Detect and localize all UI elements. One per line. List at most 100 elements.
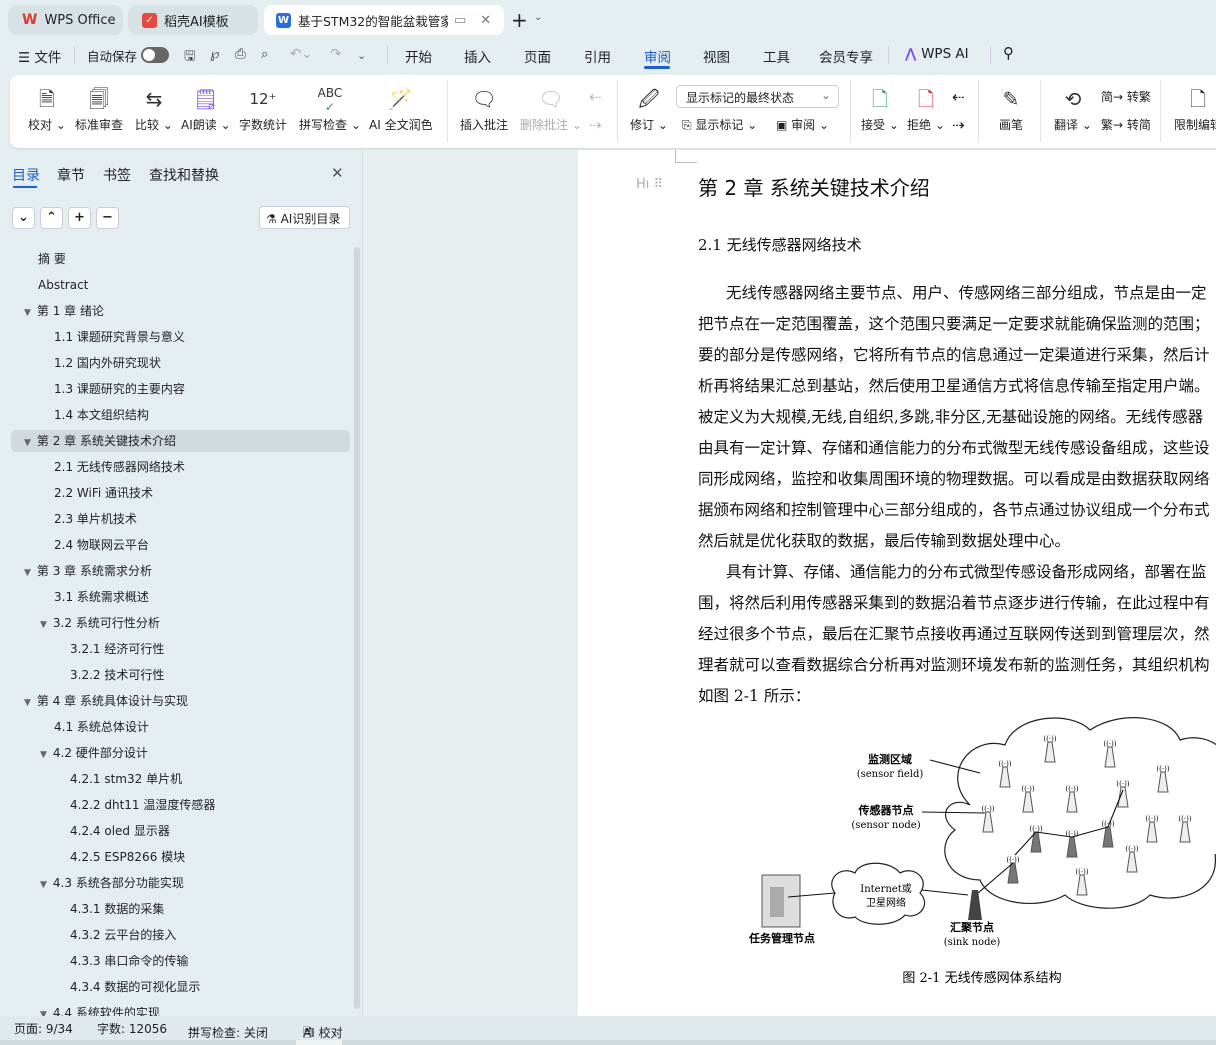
pen-button[interactable]: ✎ 画笔 — [999, 86, 1023, 133]
toc-item[interactable]: 2.4 物联网云平台 — [54, 534, 149, 556]
toc-item[interactable]: ▼ 3.2 系统可行性分析 — [40, 612, 160, 634]
expand-triangle-icon[interactable]: ▼ — [24, 568, 31, 578]
review-pane-button[interactable]: ▣ 审阅 ⌄ — [776, 116, 829, 133]
toc-item[interactable]: ▼ 第 4 章 系统具体设计与实现 — [24, 690, 188, 712]
delete-comment-button[interactable]: 🗨 删除批注 ⌄ — [520, 86, 582, 133]
redo-icon[interactable]: ↷ — [330, 46, 341, 62]
expand-down-button[interactable]: ⌄ — [12, 207, 35, 229]
standard-review-button[interactable]: 🗐 标准审查 — [75, 86, 123, 133]
toc-item[interactable]: 3.1 系统需求概述 — [54, 586, 149, 608]
tab-bookmarks[interactable]: 书签 — [103, 165, 131, 185]
compare-button[interactable]: ⇆ 比较 ⌄ — [135, 86, 173, 133]
menu-tools[interactable]: 工具 — [763, 46, 790, 66]
more-chevron-icon[interactable]: ⌄ — [357, 49, 366, 62]
toc-item[interactable]: 4.3.4 数据的可视化显示 — [70, 976, 200, 998]
menu-page[interactable]: 页面 — [524, 46, 551, 66]
toc-item[interactable]: 3.2.1 经济可行性 — [70, 638, 164, 660]
autosave-toggle[interactable] — [141, 47, 169, 63]
menu-insert[interactable]: 插入 — [464, 46, 491, 66]
previous-comment-icon[interactable]: ⇠ — [589, 88, 602, 106]
toc-item[interactable]: 3.2.2 技术可行性 — [70, 664, 164, 686]
toc-item[interactable]: 2.2 WiFi 通讯技术 — [54, 482, 153, 504]
close-panel-icon[interactable]: ✕ — [331, 164, 344, 182]
word-count-button[interactable]: 12⁺ 字数统计 — [239, 86, 287, 133]
ai-proofread-status[interactable]: 🗎 AI 校对 ⌄ — [303, 1020, 343, 1040]
horizontal-scrollbar[interactable] — [296, 1040, 342, 1045]
toc-item[interactable]: ▼ 4.2 硬件部分设计 — [40, 742, 148, 764]
search-icon[interactable]: ⚲ — [1003, 44, 1014, 62]
display-mode-select[interactable]: 显示标记的最终状态 ⌄ — [676, 85, 839, 108]
collapse-up-button[interactable]: ⌃ — [40, 207, 63, 229]
close-tab-icon[interactable]: ✕ — [480, 13, 491, 28]
toc-item[interactable]: 4.3.1 数据的采集 — [70, 898, 164, 920]
toc-item[interactable]: 1.4 本文组织结构 — [54, 404, 149, 426]
expand-triangle-icon[interactable]: ▼ — [24, 438, 31, 448]
new-tab-icon[interactable]: + — [511, 8, 528, 32]
heading-style-icon[interactable]: Hı ⠿ — [636, 177, 663, 192]
share-icon[interactable]: ℘ — [210, 46, 219, 62]
tab-document[interactable]: W 基于STM32的智能盆栽管家系 ▭ ✕ — [264, 5, 504, 35]
toc-item[interactable]: 2.1 无线传感器网络技术 — [54, 456, 185, 478]
undo-icon[interactable]: ↶⌄ — [290, 46, 313, 62]
reject-button[interactable]: 🗋 拒绝 ⌄ — [907, 86, 945, 133]
page-indicator[interactable]: 页面: 9/34 — [14, 1020, 73, 1037]
toc-item[interactable]: 4.2.5 ESP8266 模块 — [70, 846, 185, 868]
toc-item[interactable]: ▼ 第 1 章 绪论 — [24, 300, 104, 322]
wps-ai-menu[interactable]: ⋀ WPS AI — [905, 46, 969, 62]
ai-toc-button[interactable]: ⚗ AI识别目录 — [259, 206, 350, 229]
insert-comment-button[interactable]: 🗨 插入批注 — [460, 86, 508, 133]
toc-item[interactable]: 摘 要 — [38, 248, 66, 270]
toc-item[interactable]: ▼ 第 2 章 系统关键技术介绍 — [11, 430, 350, 452]
translate-button[interactable]: ⟲ 翻译 ⌄ — [1054, 86, 1092, 133]
save-icon[interactable]: 🖫 — [184, 46, 196, 69]
tab-chapters[interactable]: 章节 — [57, 165, 85, 185]
expand-triangle-icon[interactable]: ▼ — [40, 750, 47, 760]
next-comment-icon[interactable]: ⇢ — [589, 116, 602, 134]
proofread-button[interactable]: 🗎 校对 ⌄ — [28, 86, 66, 133]
next-change-icon[interactable]: ⇢ — [952, 116, 965, 134]
toc-scrollbar[interactable] — [354, 247, 360, 1009]
toc-item[interactable]: 4.3.2 云平台的接入 — [70, 924, 176, 946]
toc-item[interactable]: 4.2.1 stm32 单片机 — [70, 768, 182, 790]
toc-item[interactable]: ▼ 4.3 系统各部分功能实现 — [40, 872, 184, 894]
toc-item[interactable]: 1.3 课题研究的主要内容 — [54, 378, 185, 400]
expand-triangle-icon[interactable]: ▼ — [24, 308, 31, 318]
toc-item[interactable]: 4.2.4 oled 显示器 — [70, 820, 170, 842]
remove-level-button[interactable]: − — [96, 207, 119, 229]
accept-button[interactable]: 🗋 接受 ⌄ — [861, 86, 899, 133]
show-markup-button[interactable]: ⎘ 显示标记 ⌄ — [682, 116, 757, 133]
menu-reference[interactable]: 引用 — [584, 46, 611, 66]
toc-item[interactable]: Abstract — [38, 274, 88, 296]
monitor-icon[interactable]: ▭ — [454, 13, 466, 28]
ai-polish-button[interactable]: 🪄 AI 全文润色 — [369, 86, 433, 133]
tab-docer[interactable]: ✓ 稻壳AI模板 — [128, 5, 258, 35]
menu-start[interactable]: 开始 — [405, 46, 432, 66]
print-icon[interactable]: ⎙ — [235, 46, 246, 62]
tab-toc[interactable]: 目录 — [12, 165, 40, 185]
to-traditional-button[interactable]: 简→ 转繁 — [1101, 88, 1151, 105]
tab-wps-office[interactable]: W WPS Office — [8, 5, 123, 35]
tab-find-replace[interactable]: 查找和替换 — [149, 165, 219, 185]
menu-view[interactable]: 视图 — [703, 46, 730, 66]
word-count[interactable]: 字数: 12056 — [97, 1020, 167, 1037]
expand-triangle-icon[interactable]: ▼ — [40, 620, 47, 630]
to-simplified-button[interactable]: 繁→ 转简 — [1101, 116, 1151, 133]
spell-check-button[interactable]: ABC ✓ 拼写检查 ⌄ — [299, 86, 361, 133]
toc-item[interactable]: 1.1 课题研究背景与意义 — [54, 326, 185, 348]
expand-triangle-icon[interactable]: ▼ — [40, 880, 47, 890]
file-menu[interactable]: ☰ 文件 — [18, 46, 61, 66]
revise-button[interactable]: 🖉 修订 ⌄ — [630, 86, 668, 133]
menu-member[interactable]: 会员专享 — [819, 46, 873, 66]
print-preview-icon[interactable]: ⌕ — [261, 46, 269, 62]
restrict-edit-button[interactable]: 🗋 限制编辑 — [1174, 86, 1216, 133]
spell-check-status[interactable]: 拼写检查: 关闭 ⌄ — [188, 1020, 268, 1040]
previous-change-icon[interactable]: ⇠ — [952, 88, 965, 106]
menu-review[interactable]: 审阅 — [644, 46, 671, 66]
toc-item[interactable]: ▼ 第 3 章 系统需求分析 — [24, 560, 152, 582]
ai-read-button[interactable]: 🗒 AI朗读 ⌄ — [181, 86, 231, 133]
chevron-down-icon[interactable]: ⌄ — [534, 12, 542, 23]
add-level-button[interactable]: + — [68, 207, 91, 229]
toc-item[interactable]: 4.3.3 串口命令的传输 — [70, 950, 188, 972]
expand-triangle-icon[interactable]: ▼ — [24, 698, 31, 708]
toc-item[interactable]: 1.2 国内外研究现状 — [54, 352, 161, 374]
